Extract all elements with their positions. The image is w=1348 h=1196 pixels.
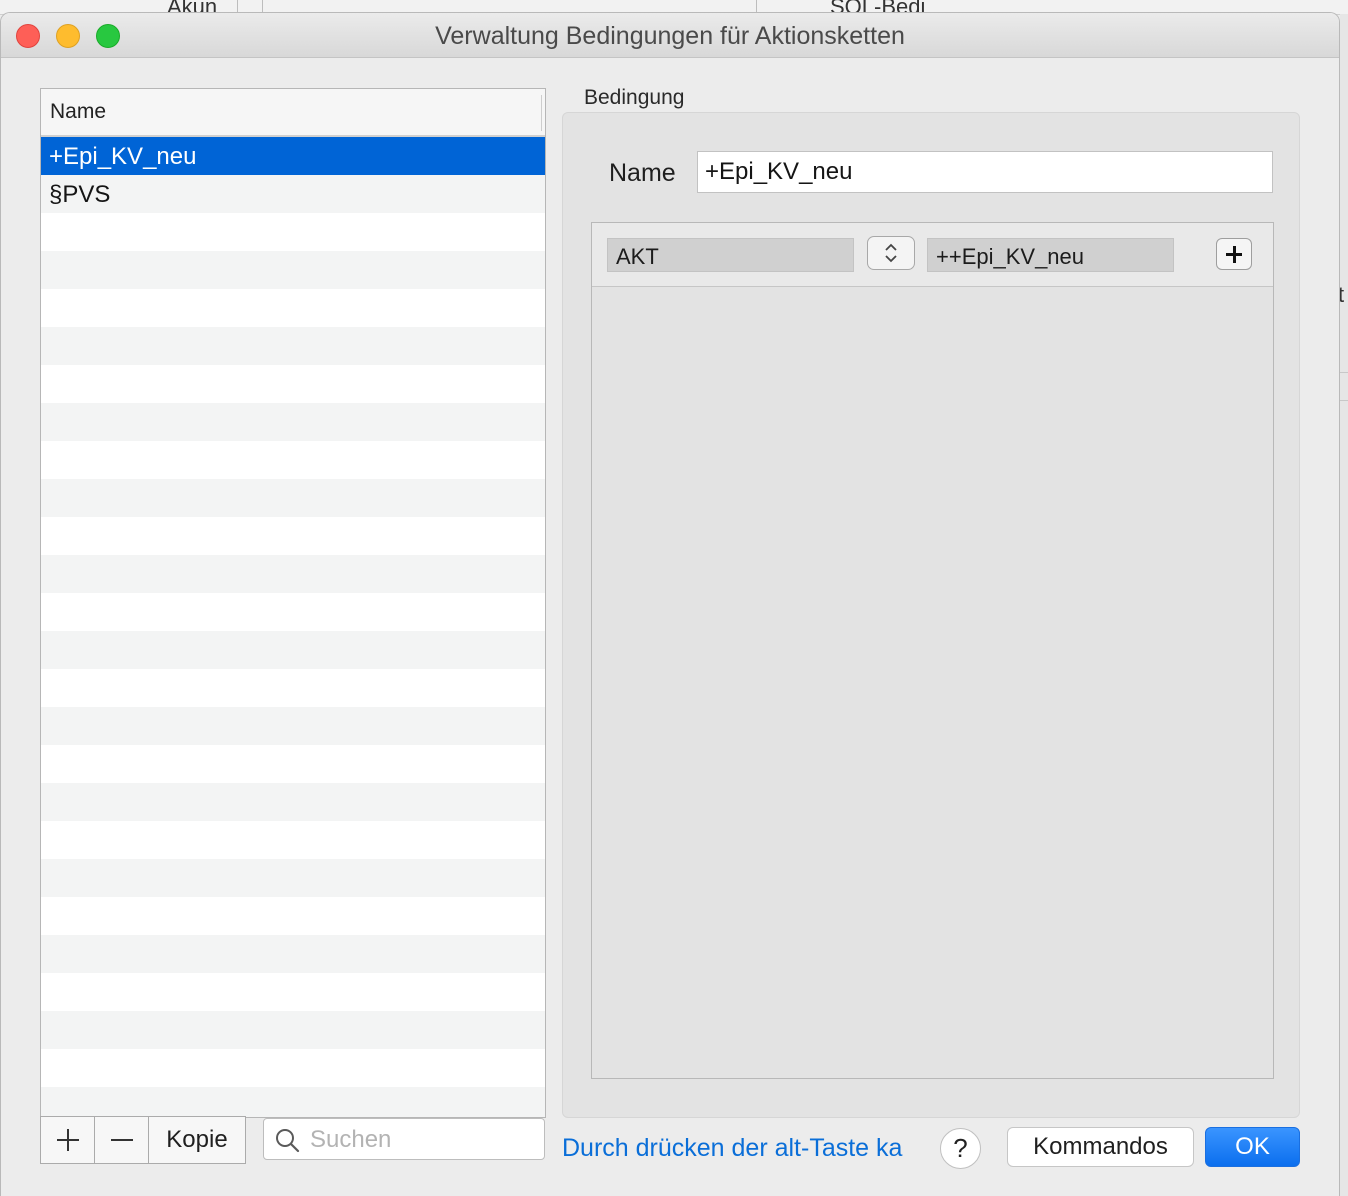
list-item[interactable] [41,479,545,517]
search-field[interactable] [263,1118,545,1160]
list-item[interactable]: §PVS [41,175,545,213]
condition-right-field[interactable]: ++Epi_KV_neu [927,238,1174,272]
minus-icon [111,1139,133,1141]
list-item[interactable] [41,1087,545,1117]
chevron-up-down-icon [885,243,897,263]
list-header[interactable]: Name [41,89,545,137]
remove-condition-button[interactable] [95,1117,149,1163]
background-window-edge [1340,14,1348,1196]
list-item-label: §PVS [49,181,111,208]
list-item[interactable] [41,973,545,1011]
list-item[interactable] [41,935,545,973]
condition-left-field[interactable]: AKT [607,238,854,272]
plus-icon [1232,246,1236,263]
list-rows: +Epi_KV_neu §PVS [41,137,545,1117]
list-toolbar: Kopie [40,1116,246,1164]
list-item[interactable] [41,897,545,935]
condition-editor: AKT ++Epi_KV_neu [591,222,1274,1079]
list-item[interactable] [41,555,545,593]
add-condition-button[interactable] [41,1117,95,1163]
list-item[interactable] [41,1011,545,1049]
alt-key-hint-link[interactable]: Durch drücken der alt-Taste ka [562,1134,928,1168]
copy-button-label: Kopie [166,1126,228,1153]
list-item[interactable] [41,593,545,631]
background-edge-line [1340,372,1348,373]
list-item[interactable] [41,289,545,327]
condition-group-label: Bedingung [584,86,685,109]
title-bar[interactable]: Verwaltung Bedingungen für Aktionsketten [1,13,1339,58]
list-item[interactable] [41,1049,545,1087]
list-item[interactable] [41,631,545,669]
list-item[interactable] [41,707,545,745]
list-item[interactable] [41,517,545,555]
operator-stepper[interactable] [867,236,915,270]
list-item[interactable] [41,821,545,859]
list-item[interactable] [41,327,545,365]
commands-button[interactable]: Kommandos [1007,1127,1194,1167]
column-separator [541,95,542,131]
list-item[interactable] [41,783,545,821]
list-item[interactable] [41,441,545,479]
list-item[interactable] [41,745,545,783]
name-input[interactable] [697,151,1273,193]
window-title: Verwaltung Bedingungen für Aktionsketten [435,22,905,50]
list-item-label: +Epi_KV_neu [49,143,197,170]
column-header-name: Name [50,100,107,123]
conditions-list[interactable]: Name +Epi_KV_neu §PVS [40,88,546,1118]
list-item[interactable] [41,251,545,289]
list-item[interactable] [41,213,545,251]
copy-button[interactable]: Kopie [149,1117,245,1163]
search-icon [276,1129,300,1153]
condition-row: AKT ++Epi_KV_neu [592,223,1273,287]
help-button[interactable]: ? [940,1128,981,1169]
add-criterion-button[interactable] [1216,238,1252,270]
list-item[interactable] [41,365,545,403]
ok-button[interactable]: OK [1205,1127,1300,1167]
search-input[interactable] [308,1123,538,1157]
list-item[interactable]: +Epi_KV_neu [41,137,545,175]
name-label: Name [609,159,676,187]
list-item[interactable] [41,669,545,707]
plus-icon [67,1129,69,1151]
list-item[interactable] [41,403,545,441]
list-item[interactable] [41,859,545,897]
background-edge-line [1340,400,1348,401]
